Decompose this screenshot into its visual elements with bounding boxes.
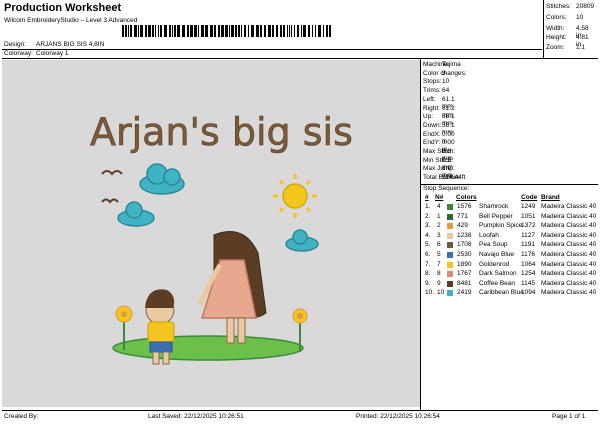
- color-swatch: [447, 280, 453, 287]
- page-title: Production Worksheet: [4, 2, 122, 14]
- machine-row: Left: 61.1 mm: [423, 95, 455, 110]
- color-swatch: [447, 290, 453, 297]
- page-number: Page 1 of 1: [552, 413, 586, 420]
- machine-row: Up: 58.1 mm: [423, 113, 455, 128]
- sister-figure: [197, 231, 267, 344]
- barcode: [122, 25, 331, 37]
- color-swatch: [447, 252, 453, 258]
- width-row: Width: 4.58 in: [546, 25, 589, 39]
- color-swatch: [447, 213, 453, 220]
- machine-row: Max Stitch: 6.8 mm: [423, 148, 456, 162]
- machine-row: Right: 61.2 mm: [423, 104, 455, 119]
- design-preview: Arjan's big sis: [2, 60, 420, 407]
- machine-row: EndX: 0.00 in: [423, 130, 455, 145]
- color-swatch: [447, 232, 453, 239]
- design-value: ARJANS BIG SIS 4,8IN: [36, 41, 105, 48]
- machine-row: EndY: 0.00 in: [423, 139, 455, 154]
- machine-row: Total Bobbin: 124.44ft: [423, 174, 466, 182]
- machine-row: Stops: 10: [423, 78, 450, 86]
- colorway-label: Colorway:: [4, 50, 33, 57]
- colorway-value: Colorway 1: [36, 50, 69, 57]
- bird-icon: [101, 170, 123, 176]
- cloud-icon: [117, 201, 155, 227]
- machine-row: Down: 58.1 mm: [423, 121, 455, 136]
- grass-ground: [112, 335, 304, 361]
- machine-row: Trims: 64: [423, 87, 450, 95]
- last-saved: Last Saved: 22/12/2025 10:26:51: [148, 413, 244, 420]
- embroidery-design: Arjan's big sis: [90, 110, 353, 365]
- stitches-row: Stitches: 20809: [546, 3, 595, 10]
- sun-icon: [273, 174, 317, 218]
- colors-row: Colors: 10: [546, 14, 584, 21]
- machine-row: Max Jump: 6.9 mm: [423, 165, 455, 180]
- color-swatch: [447, 261, 453, 268]
- color-swatch: [447, 223, 453, 230]
- bird-icon: [101, 198, 119, 204]
- color-swatch: [447, 271, 453, 278]
- machine-row: Color changes: 9: [423, 69, 467, 77]
- machine-row: Min Stitch: 0.2 mm: [423, 156, 454, 171]
- stitches-value: 20809: [576, 3, 595, 10]
- color-swatch: [447, 242, 453, 249]
- design-label: Design:: [4, 41, 27, 48]
- cloud-icon: [285, 229, 319, 252]
- stop-sequence-title: Stop Sequence:: [423, 185, 470, 192]
- zoom-row: Zoom: 1:1: [546, 44, 586, 51]
- zoom-value: 1:1: [576, 44, 586, 51]
- height-row: Height: 4.81 in: [546, 34, 589, 48]
- software-name: Wilcom EmbroideryStudio – Level 3 Advanc…: [4, 17, 138, 24]
- created-by: Created By:: [4, 413, 39, 420]
- color-swatch: [447, 204, 453, 210]
- printed-date: Printed: 22/12/2025 10:26:54: [356, 413, 440, 420]
- colors-value: 10: [576, 14, 584, 21]
- cloud-icon: [139, 163, 185, 195]
- design-text: Arjan's big sis: [90, 110, 353, 154]
- machine-row: Machine: Tajima: [423, 61, 461, 68]
